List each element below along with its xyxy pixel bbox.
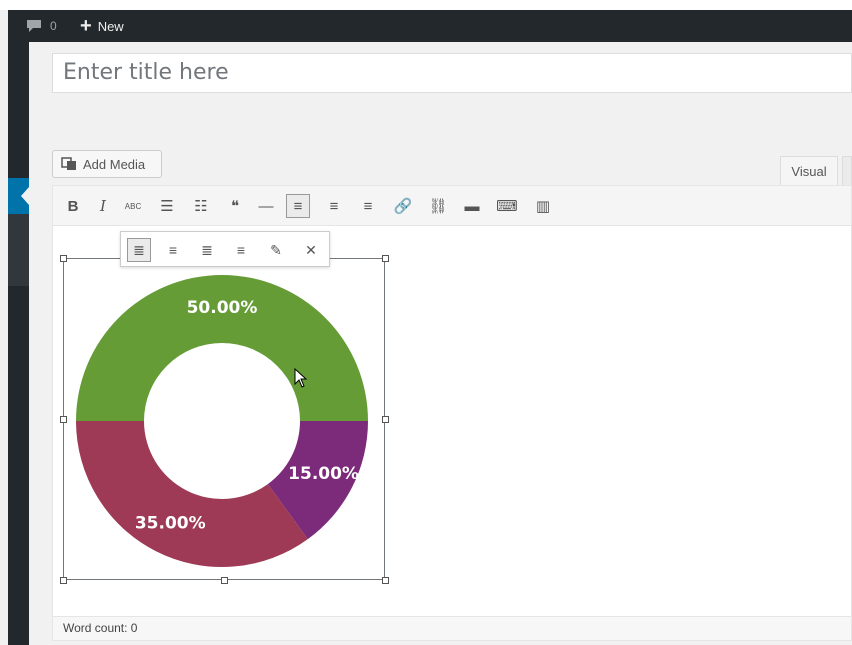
align-left-icon: ≣ xyxy=(133,241,145,258)
top-strip xyxy=(0,0,852,10)
align-right-icon: ≣ xyxy=(201,241,213,258)
title-input[interactable]: Enter title here xyxy=(52,53,852,93)
horizontal-line-button[interactable]: — xyxy=(254,194,278,218)
align-center-icon: ≡ xyxy=(168,242,178,258)
read-more-icon: ▬ xyxy=(464,197,480,215)
admin-bar: 0 + New xyxy=(8,10,852,42)
align-center-button[interactable]: ≡ xyxy=(322,194,346,218)
comment-icon xyxy=(27,20,41,32)
numbered-list-button[interactable]: ☷ xyxy=(189,194,213,218)
unlink-icon: ⛓ xyxy=(428,198,448,215)
bullet-list-icon: ☰ xyxy=(160,198,174,215)
keyboard-icon: ⌨ xyxy=(496,198,518,215)
numbered-list-icon: ☷ xyxy=(194,198,208,215)
image-edit-button[interactable]: ✎ xyxy=(264,238,288,262)
resize-handle-b[interactable] xyxy=(221,577,228,584)
pencil-icon: ✎ xyxy=(270,241,282,258)
italic-icon: I xyxy=(100,197,106,215)
read-more-button[interactable]: ▬ xyxy=(460,194,484,218)
resize-handle-bl[interactable] xyxy=(60,577,67,584)
add-media-label: Add Media xyxy=(83,156,146,172)
sidebar-submenu[interactable] xyxy=(8,214,29,286)
resize-handle-tl[interactable] xyxy=(60,255,67,262)
link-icon: 🔗 xyxy=(393,198,413,215)
slice-data-label: 35.00% xyxy=(135,514,206,534)
donut-slice[interactable] xyxy=(76,421,308,567)
image-align-none-button[interactable]: ≡ xyxy=(229,238,253,262)
horizontal-line-icon: — xyxy=(258,197,274,215)
image-align-right-button[interactable]: ≣ xyxy=(195,238,219,262)
resize-handle-br[interactable] xyxy=(382,577,389,584)
image-align-left-button[interactable]: ≣ xyxy=(127,238,151,262)
align-none-icon: ≡ xyxy=(236,242,246,258)
tab-text[interactable] xyxy=(842,156,852,186)
image-remove-button[interactable]: ✕ xyxy=(299,238,323,262)
media-icon xyxy=(61,157,76,170)
editor-area[interactable]: B I ABC ☰ ☷ ❝ — ≡ ≡ ≡ 🔗 ⛓ ▬ ⌨ ▥ 50.00% 15.00% 35.00% ≣ ≡ ≣… xyxy=(52,185,852,641)
donut-chart[interactable]: 50.00% 15.00% 35.00% xyxy=(67,266,377,576)
strikethrough-button[interactable]: ABC xyxy=(121,194,145,218)
tab-visual[interactable]: Visual xyxy=(780,156,838,186)
align-left-button[interactable]: ≡ xyxy=(286,194,310,218)
toolbar-toggle-button[interactable]: ⌨ xyxy=(495,194,519,218)
comments-count: 0 xyxy=(50,19,57,33)
image-align-center-button[interactable]: ≡ xyxy=(161,238,185,262)
quote-icon: ❝ xyxy=(230,198,240,215)
chart-plugin-button[interactable]: ▥ xyxy=(531,194,555,218)
bold-button[interactable]: B xyxy=(61,194,85,218)
comments-link[interactable]: 0 xyxy=(26,10,57,42)
slice-data-label: 50.00% xyxy=(187,298,258,318)
bullet-list-button[interactable]: ☰ xyxy=(155,194,179,218)
strikethrough-icon: ABC xyxy=(124,201,142,211)
word-count: Word count: 0 xyxy=(53,616,851,640)
bold-icon: B xyxy=(67,197,79,215)
add-media-button[interactable]: Add Media xyxy=(52,150,162,178)
align-left-icon: ≡ xyxy=(293,197,303,215)
resize-handle-tr[interactable] xyxy=(382,255,389,262)
new-content-link[interactable]: + New xyxy=(80,10,124,42)
new-label: New xyxy=(97,18,124,34)
insert-link-button[interactable]: 🔗 xyxy=(391,194,415,218)
active-arrow-icon xyxy=(21,187,29,205)
resize-handle-r[interactable] xyxy=(382,416,389,423)
donut-slice[interactable] xyxy=(76,275,368,421)
admin-sidebar xyxy=(8,42,29,645)
blockquote-button[interactable]: ❝ xyxy=(223,194,247,218)
italic-button[interactable]: I xyxy=(91,194,115,218)
mouse-cursor-icon xyxy=(294,368,308,388)
resize-handle-l[interactable] xyxy=(60,416,67,423)
plus-icon: + xyxy=(80,15,92,37)
slice-data-label: 15.00% xyxy=(288,464,359,484)
align-right-icon: ≡ xyxy=(363,197,373,215)
align-center-icon: ≡ xyxy=(329,197,339,215)
editor-toolbar: B I ABC ☰ ☷ ❝ — ≡ ≡ ≡ 🔗 ⛓ ▬ ⌨ ▥ xyxy=(53,186,851,226)
close-icon: ✕ xyxy=(305,241,317,258)
remove-link-button[interactable]: ⛓ xyxy=(426,194,450,218)
chart-plugin-icon: ▥ xyxy=(535,198,551,215)
image-inline-toolbar: ≣ ≡ ≣ ≡ ✎ ✕ xyxy=(120,231,330,267)
align-right-button[interactable]: ≡ xyxy=(356,194,380,218)
